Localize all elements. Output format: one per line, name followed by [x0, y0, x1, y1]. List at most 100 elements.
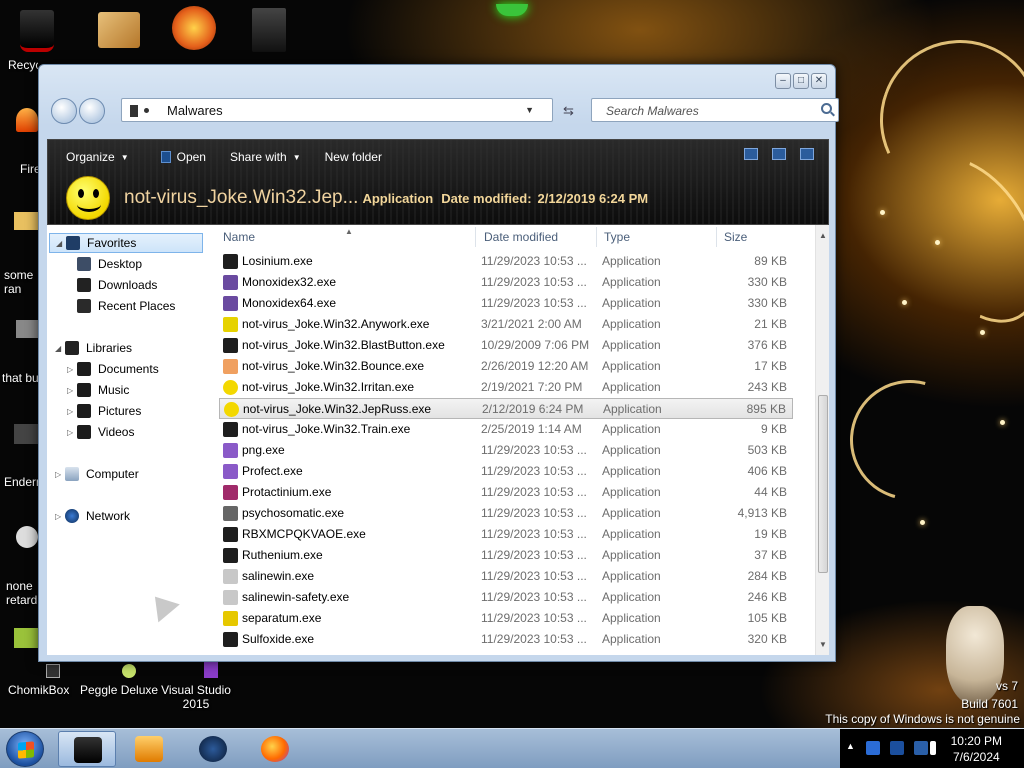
desktop-label-chomikbox[interactable]: ChomikBox: [8, 683, 69, 697]
nav-favorites[interactable]: ◢ Favorites: [49, 233, 203, 253]
share-with-button[interactable]: Share with ▼: [230, 148, 301, 166]
address-bar[interactable]: Malwares ▼: [121, 98, 553, 122]
taskbar-globe[interactable]: [184, 731, 242, 767]
expand-arrow-icon[interactable]: ▷: [67, 365, 77, 374]
column-divider[interactable]: [596, 227, 597, 247]
expand-arrow-icon[interactable]: ▷: [55, 470, 65, 479]
expand-arrow-icon[interactable]: ▷: [67, 386, 77, 395]
search-placeholder[interactable]: Search Malwares: [606, 104, 699, 118]
desktop-label-none-retard[interactable]: none retard: [6, 579, 38, 607]
nav-downloads[interactable]: Downloads: [77, 275, 157, 295]
taskbar-media-player[interactable]: [120, 731, 178, 767]
taskbar-firefox[interactable]: [246, 731, 304, 767]
help-icon[interactable]: [800, 148, 814, 160]
history-dropdown[interactable]: [109, 105, 117, 113]
column-header-date[interactable]: Date modified: [484, 225, 594, 249]
nav-pictures[interactable]: ▷ Pictures: [67, 401, 141, 421]
tray-arrow-icon[interactable]: ▲: [846, 741, 860, 755]
organize-button[interactable]: Organize ▼: [66, 148, 129, 166]
app-icon[interactable]: [14, 628, 38, 648]
file-row[interactable]: RBXMCPQKVAOE.exe 11/29/2023 10:53 ... Appl…: [219, 524, 793, 545]
refresh-icon[interactable]: ⇆: [563, 103, 574, 119]
search-box[interactable]: Search Malwares: [591, 98, 839, 122]
address-path[interactable]: Malwares: [167, 103, 223, 118]
folder-icon[interactable]: [14, 212, 38, 230]
desktop-label-that-bu[interactable]: that bu: [2, 371, 38, 385]
peggle-icon[interactable]: [122, 664, 136, 678]
folder-icon[interactable]: [98, 12, 140, 48]
clock[interactable]: 10:20 PM 7/6/2024: [951, 733, 1002, 765]
desktop-label-endern[interactable]: Endern: [4, 475, 38, 489]
file-row[interactable]: not-virus_Joke.Win32.JepRuss.exe 2/12/201…: [219, 398, 793, 419]
file-row[interactable]: psychosomatic.exe 11/29/2023 10:53 ... App…: [219, 503, 793, 524]
nav-computer[interactable]: ▷ Computer: [55, 464, 139, 484]
start-button[interactable]: [6, 731, 44, 767]
desktop-label-recycle-bin[interactable]: Recycle Bin: [8, 58, 38, 72]
nav-videos[interactable]: ▷ Videos: [67, 422, 134, 442]
nav-documents[interactable]: ▷ Documents: [67, 359, 159, 379]
maximize-icon[interactable]: □: [793, 73, 809, 89]
close-icon[interactable]: ✕: [811, 73, 827, 89]
nav-network[interactable]: ▷ Network: [55, 506, 130, 526]
column-divider[interactable]: [475, 227, 476, 247]
file-row[interactable]: Losinium.exe 11/29/2023 10:53 ... Applicat…: [219, 251, 793, 272]
open-button[interactable]: Open: [160, 148, 206, 166]
preview-pane-icon[interactable]: [772, 148, 786, 160]
new-folder-button[interactable]: New folder: [325, 148, 382, 166]
file-row[interactable]: salinewin.exe 11/29/2023 10:53 ... Applica…: [219, 566, 793, 587]
scroll-up-icon[interactable]: ▲: [819, 231, 827, 240]
document-icon[interactable]: [252, 8, 286, 52]
minimize-icon[interactable]: –: [775, 73, 791, 89]
recycle-bin-icon[interactable]: [20, 10, 54, 52]
tray-app-icon[interactable]: [890, 741, 904, 755]
file-row[interactable]: png.exe 11/29/2023 10:53 ... Application 50…: [219, 440, 793, 461]
tray-volume-icon[interactable]: [930, 741, 936, 755]
tray-network-icon[interactable]: [914, 741, 928, 755]
back-button[interactable]: [51, 98, 77, 124]
file-row[interactable]: not-virus_Joke.Win32.Bounce.exe 2/26/2019…: [219, 356, 793, 377]
file-row[interactable]: not-virus_Joke.Win32.Train.exe 2/25/2019 …: [219, 419, 793, 440]
file-row[interactable]: salinewin-safety.exe 11/29/2023 10:53 ...…: [219, 587, 793, 608]
vertical-scrollbar[interactable]: ▲ ▼: [815, 225, 829, 655]
visual-studio-icon[interactable]: [204, 662, 218, 678]
expand-arrow-icon[interactable]: ▷: [55, 512, 65, 521]
file-row[interactable]: not-virus_Joke.Win32.Irritan.exe 2/19/202…: [219, 377, 793, 398]
chomikbox-icon[interactable]: [46, 664, 60, 678]
desktop-label-fire[interactable]: Fire: [20, 162, 38, 176]
change-view-icon[interactable]: [744, 148, 758, 160]
file-row[interactable]: not-virus_Joke.Win32.Anywork.exe 3/21/202…: [219, 314, 793, 335]
nav-music[interactable]: ▷ Music: [67, 380, 129, 400]
app-icon[interactable]: [14, 424, 38, 444]
file-row[interactable]: Monoxidex64.exe 11/29/2023 10:53 ... Appli…: [219, 293, 793, 314]
file-row[interactable]: Ruthenium.exe 11/29/2023 10:53 ... Applica…: [219, 545, 793, 566]
expand-arrow-icon[interactable]: ▷: [67, 428, 77, 437]
collapse-arrow-icon[interactable]: ◢: [55, 344, 65, 353]
nav-recent-places[interactable]: Recent Places: [77, 296, 175, 316]
file-row[interactable]: not-virus_Joke.Win32.BlastButton.exe 10/2…: [219, 335, 793, 356]
file-row[interactable]: Profect.exe 11/29/2023 10:53 ... Applicati…: [219, 461, 793, 482]
search-icon[interactable]: [821, 103, 832, 114]
file-row[interactable]: Sulfoxide.exe 11/29/2023 10:53 ... Applica…: [219, 629, 793, 650]
column-header-size[interactable]: Size: [724, 225, 784, 249]
breadcrumb-separator-icon[interactable]: [144, 108, 149, 113]
game-icon[interactable]: [172, 6, 216, 50]
desktop-label-some-ran[interactable]: some ran: [4, 268, 38, 296]
file-row[interactable]: Monoxidex32.exe 11/29/2023 10:53 ... Appli…: [219, 272, 793, 293]
column-divider[interactable]: [716, 227, 717, 247]
taskbar-explorer[interactable]: [58, 731, 116, 767]
forward-button[interactable]: [79, 98, 105, 124]
app-icon[interactable]: [16, 320, 38, 338]
scrollbar-thumb[interactable]: [818, 395, 828, 573]
fire-icon[interactable]: [16, 108, 38, 132]
address-dropdown-icon[interactable]: ▼: [525, 105, 534, 115]
file-row[interactable]: separatum.exe 11/29/2023 10:53 ... Applica…: [219, 608, 793, 629]
desktop-label-peggle-deluxe[interactable]: Peggle Deluxe: [80, 683, 158, 697]
nav-libraries[interactable]: ◢ Libraries: [55, 338, 132, 358]
tray-app-icon[interactable]: [866, 741, 880, 755]
scroll-down-icon[interactable]: ▼: [819, 640, 827, 649]
file-row[interactable]: Protactinium.exe 11/29/2023 10:53 ... Appl…: [219, 482, 793, 503]
nav-desktop[interactable]: Desktop: [77, 254, 142, 274]
expand-arrow-icon[interactable]: ▷: [67, 407, 77, 416]
desktop-label-visual-studio[interactable]: Visual Studio 2015: [160, 683, 232, 711]
app-icon[interactable]: [16, 526, 38, 548]
